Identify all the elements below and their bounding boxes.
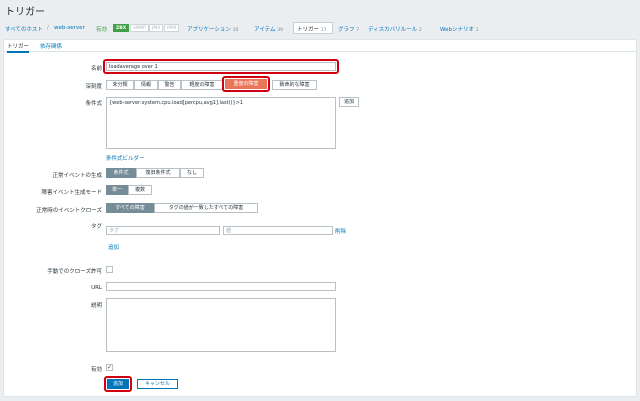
expression-label: 条件式 xyxy=(85,101,102,107)
severity-label: 深刻度 xyxy=(85,84,102,90)
enabled-checkbox[interactable]: ✓ xyxy=(106,364,113,371)
url-label: URL xyxy=(91,285,102,291)
problem-mode-multiple[interactable]: 複数 xyxy=(128,185,152,195)
nav-applications-count: 10 xyxy=(232,28,239,33)
name-label: 名前 xyxy=(90,66,102,72)
severity-warning[interactable]: 警告 xyxy=(158,80,181,90)
ok-close-all[interactable]: すべての障害 xyxy=(106,203,154,213)
nav-items-count: 39 xyxy=(277,28,283,33)
cancel-button[interactable]: キャンセル xyxy=(137,379,178,389)
nav-web-count: 1 xyxy=(475,28,479,33)
breadcrumb-all-hosts[interactable]: すべてのホスト xyxy=(5,25,43,33)
description-textarea[interactable] xyxy=(106,298,336,352)
nav-triggers-count: 17 xyxy=(320,28,327,33)
nav-items-label: アイテム xyxy=(254,27,276,33)
page-title: トリガー xyxy=(5,7,45,18)
ok-close-tag-match[interactable]: タグの値が一致したすべての障害 xyxy=(154,203,258,213)
nav-graphs-count: 7 xyxy=(356,28,360,33)
host-status[interactable]: 有効 xyxy=(96,25,107,33)
nav-applications[interactable]: アプリケーション 10 xyxy=(187,25,238,33)
breadcrumb: すべてのホスト / web-server 有効 ZBX SNMP JMX IPM… xyxy=(0,20,640,37)
description-label: 説明 xyxy=(90,303,102,309)
snmp-badge: SNMP xyxy=(130,24,149,32)
tab-trigger[interactable]: トリガー xyxy=(7,42,30,53)
tags-label: タグ xyxy=(90,224,102,230)
nav-items[interactable]: アイテム 39 xyxy=(254,25,283,33)
problem-mode-label: 障害イベント生成モード xyxy=(41,190,102,196)
zbx-badge: ZBX xyxy=(113,24,130,32)
nav-web[interactable]: Webシナリオ 1 xyxy=(440,25,479,33)
ok-event-recovery[interactable]: 復旧条件式 xyxy=(136,168,180,178)
jmx-badge: JMX xyxy=(149,24,164,32)
breadcrumb-host[interactable]: web-server xyxy=(54,25,85,31)
ipmi-badge: IPMI xyxy=(164,24,180,32)
ok-close-label: 正常時のイベントクローズ xyxy=(36,208,102,214)
expression-textarea[interactable]: {web-server:system.cpu.load[percpu,avg1]… xyxy=(106,97,336,149)
manual-close-checkbox[interactable] xyxy=(106,266,113,273)
tab-dependencies[interactable]: 依存関係 xyxy=(40,42,62,50)
nav-triggers-label: トリガー xyxy=(297,27,320,33)
nav-applications-label: アプリケーション xyxy=(187,27,231,33)
enabled-label: 有効 xyxy=(90,367,102,373)
name-highlight xyxy=(103,59,339,74)
breadcrumb-separator: / xyxy=(47,25,49,31)
nav-discovery-label: ディスカバリルール xyxy=(368,27,418,33)
nav-discovery[interactable]: ディスカバリルール 2 xyxy=(368,25,422,33)
severity-disaster[interactable]: 致命的な障害 xyxy=(272,80,317,90)
ok-event-label: 正常イベントの生成 xyxy=(52,173,102,179)
submit-highlight xyxy=(104,376,132,392)
nav-triggers[interactable]: トリガー 17 xyxy=(297,25,327,33)
tag-remove-link[interactable]: 削除 xyxy=(335,227,346,235)
ok-event-none[interactable]: なし xyxy=(180,168,204,178)
tag-add-link[interactable]: 追加 xyxy=(108,243,119,251)
url-input[interactable] xyxy=(106,282,336,291)
tag-name-input[interactable]: タグ xyxy=(106,226,220,235)
severity-not-classified[interactable]: 未分類 xyxy=(106,80,134,90)
nav-web-label: Webシナリオ xyxy=(440,27,474,33)
severity-information[interactable]: 情報 xyxy=(134,80,158,90)
ok-event-expression[interactable]: 条件式 xyxy=(106,168,136,178)
expression-builder-link[interactable]: 条件式ビルダー xyxy=(106,154,145,162)
severity-highlight xyxy=(222,76,270,92)
expression-add-button[interactable]: 追加 xyxy=(339,97,359,107)
tag-value-input[interactable]: 値 xyxy=(223,226,333,235)
manual-close-label: 手動でのクローズ許可 xyxy=(47,269,102,275)
problem-mode-single[interactable]: 単一 xyxy=(106,185,128,195)
nav-graphs-label: グラフ xyxy=(338,27,355,33)
severity-average[interactable]: 軽度の障害 xyxy=(181,80,223,90)
nav-graphs[interactable]: グラフ 7 xyxy=(338,25,359,33)
tab-bar: トリガー 依存関係 xyxy=(3,39,637,53)
nav-discovery-count: 2 xyxy=(418,28,422,33)
